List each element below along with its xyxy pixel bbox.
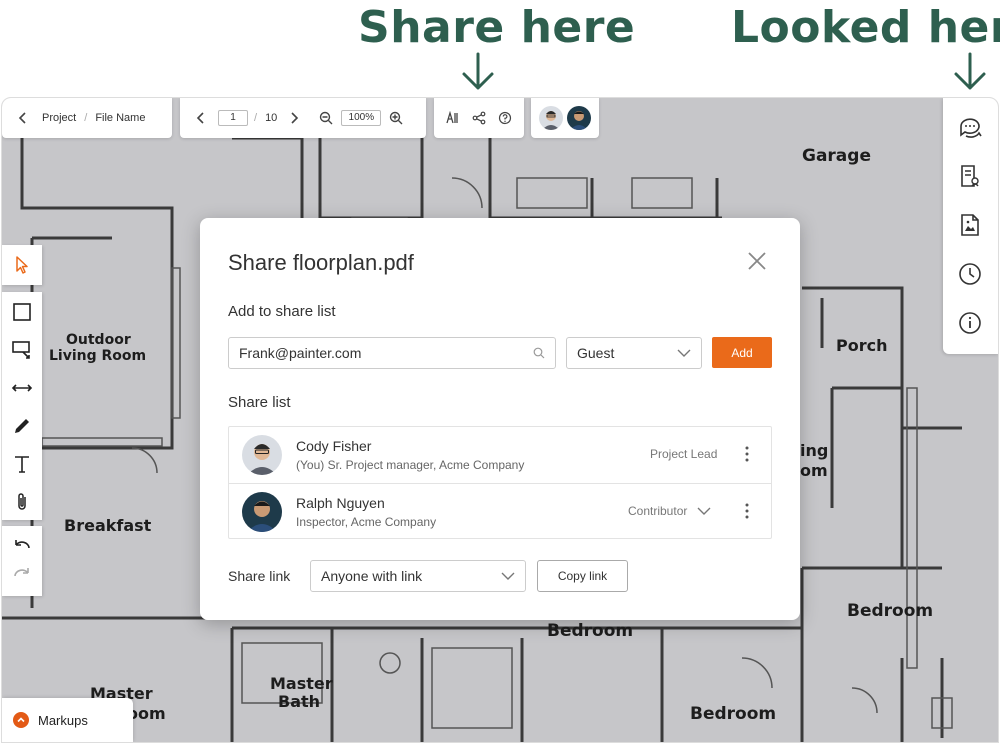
add-to-share-list-heading: Add to share list: [228, 303, 336, 320]
history-tool-group: [2, 526, 42, 596]
share-list-heading: Share list: [228, 394, 291, 411]
chevron-down-icon: [697, 507, 711, 516]
share-list: Cody Fisher (You) Sr. Project manager, A…: [228, 426, 772, 539]
member-subtitle: Inspector, Acme Company: [296, 515, 437, 529]
avatar: [242, 435, 282, 475]
down-arrow-icon: [954, 52, 986, 90]
share-toolbar: [434, 98, 524, 138]
page-number-input[interactable]: 1: [218, 110, 248, 126]
room-label: Porch: [836, 336, 888, 355]
undo-icon[interactable]: [11, 536, 33, 558]
right-sidebar: [943, 98, 998, 354]
room-label: Bath: [278, 692, 321, 711]
role-dropdown[interactable]: Guest: [566, 337, 702, 369]
room-label: Living Room: [49, 348, 147, 364]
member-name: Cody Fisher: [296, 438, 372, 454]
chevron-down-icon: [501, 572, 515, 580]
history-icon[interactable]: [957, 261, 983, 287]
help-icon[interactable]: [494, 107, 516, 129]
looked-here-annotation: Looked here: [731, 2, 1000, 53]
text-recognition-icon[interactable]: [442, 107, 464, 129]
close-icon[interactable]: [746, 250, 768, 272]
cursor-icon[interactable]: [11, 254, 33, 276]
member-name: Ralph Nguyen: [296, 495, 385, 511]
list-item: Ralph Nguyen Inspector, Acme Company Con…: [229, 483, 771, 539]
rectangle-icon[interactable]: [11, 301, 33, 323]
search-icon: [533, 347, 545, 359]
breadcrumb-separator: /: [84, 112, 88, 124]
document-review-icon[interactable]: [957, 163, 983, 189]
room-label: ing: [800, 441, 829, 460]
email-value: Frank@painter.com: [239, 345, 362, 361]
measure-icon[interactable]: [11, 377, 33, 399]
markups-label: Markups: [38, 712, 88, 728]
list-item: Cody Fisher (You) Sr. Project manager, A…: [229, 427, 771, 483]
avatar[interactable]: [567, 106, 591, 130]
comments-icon[interactable]: [957, 114, 983, 140]
email-field[interactable]: Frank@painter.com: [228, 337, 556, 369]
member-role-dropdown[interactable]: Contributor: [628, 504, 711, 518]
info-icon[interactable]: [957, 310, 983, 336]
previous-page-icon[interactable]: [190, 107, 212, 129]
page-total: 10: [265, 112, 278, 124]
room-label: Breakfast: [64, 516, 152, 535]
page-zoom-toolbar: 1 / 10 100%: [180, 98, 426, 138]
link-access-value: Anyone with link: [321, 568, 423, 584]
room-label: om: [800, 461, 828, 480]
image-file-icon[interactable]: [957, 212, 983, 238]
avatar: [242, 492, 282, 532]
link-access-dropdown[interactable]: Anyone with link: [310, 560, 526, 592]
room-label: Bedroom: [690, 704, 777, 724]
more-options-icon[interactable]: [737, 444, 757, 464]
avatar[interactable]: [539, 106, 563, 130]
breadcrumb-file-name: File Name: [95, 112, 146, 124]
share-here-annotation: Share here: [358, 2, 636, 53]
callout-icon[interactable]: [11, 339, 33, 361]
member-role: Contributor: [628, 504, 688, 518]
breadcrumb-project[interactable]: Project: [42, 112, 76, 124]
chevron-up-icon: [13, 712, 29, 728]
down-arrow-icon: [462, 52, 494, 90]
room-label: Outdoor: [66, 332, 131, 348]
back-icon[interactable]: [12, 107, 34, 129]
room-label: Master: [270, 674, 333, 693]
share-dialog: Share floorplan.pdf Add to share list Fr…: [200, 218, 800, 620]
room-label: Bedroom: [547, 621, 634, 641]
text-icon[interactable]: [11, 453, 33, 475]
room-label: Garage: [802, 146, 871, 166]
member-role: Project Lead: [650, 447, 718, 461]
copy-link-button[interactable]: Copy link: [537, 560, 628, 592]
breadcrumb: Project / File Name: [2, 98, 172, 138]
select-tool-group: [2, 245, 42, 285]
zoom-in-icon[interactable]: [385, 107, 407, 129]
room-label: Bedroom: [847, 601, 934, 621]
share-icon[interactable]: [468, 107, 490, 129]
add-button[interactable]: Add: [712, 337, 772, 368]
more-options-icon[interactable]: [737, 501, 757, 521]
role-value: Guest: [577, 345, 615, 361]
markups-button[interactable]: Markups: [2, 698, 133, 742]
drawing-tool-group: [2, 292, 42, 520]
next-page-icon[interactable]: [283, 107, 305, 129]
pencil-icon[interactable]: [11, 415, 33, 437]
member-subtitle: (You) Sr. Project manager, Acme Company: [296, 458, 525, 472]
chevron-down-icon: [677, 349, 691, 357]
dialog-title: Share floorplan.pdf: [228, 250, 414, 275]
redo-icon[interactable]: [11, 564, 33, 586]
zoom-level-input[interactable]: 100%: [341, 110, 382, 126]
share-link-label: Share link: [228, 568, 291, 584]
collaborators-toolbar: [531, 98, 599, 138]
zoom-out-icon[interactable]: [315, 107, 337, 129]
attach-icon[interactable]: [11, 491, 33, 513]
